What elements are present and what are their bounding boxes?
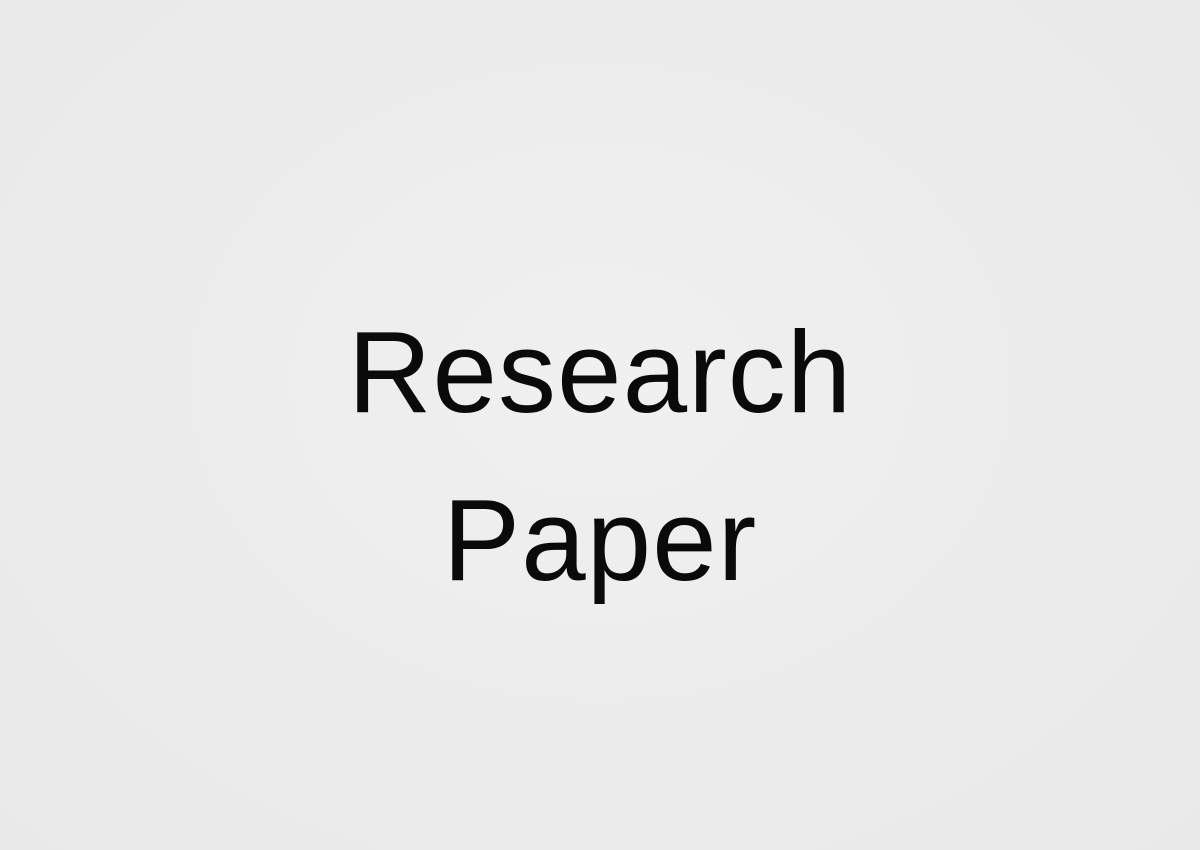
title-line-2: Paper <box>442 475 758 605</box>
title-line-1: Research <box>347 307 853 437</box>
page-title: Research Paper <box>0 312 1200 648</box>
